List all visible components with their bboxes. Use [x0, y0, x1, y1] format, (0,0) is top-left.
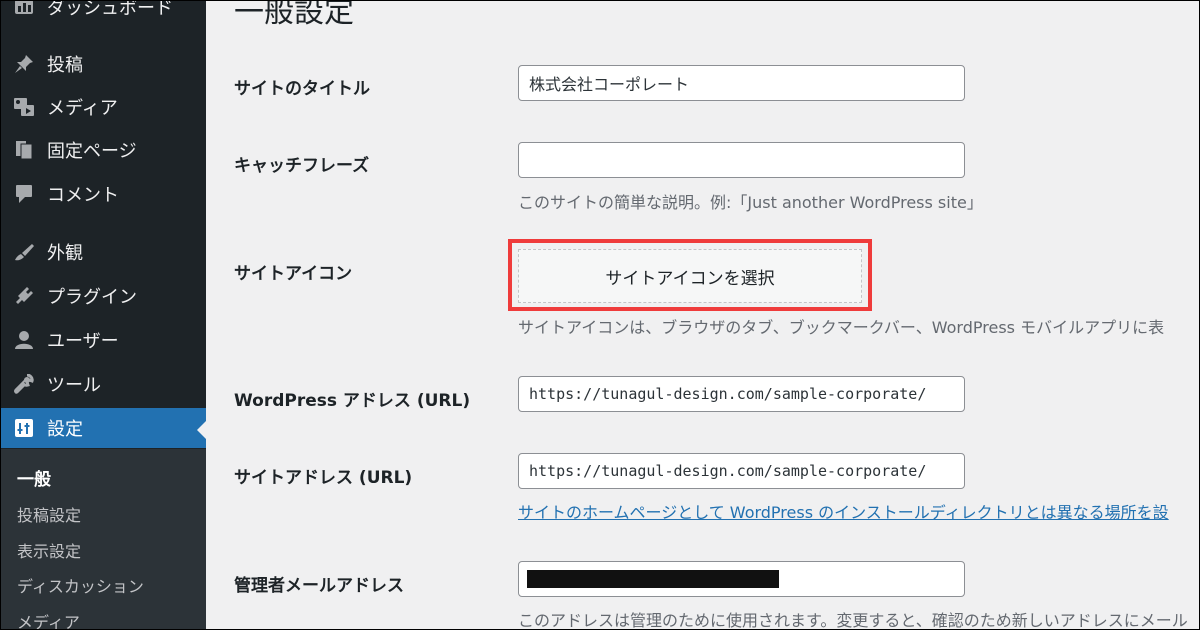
tagline-description: このサイトの簡単な説明。例:「Just another WordPress si…	[518, 193, 983, 212]
user-icon	[11, 329, 37, 351]
sidebar-item-label: 投稿	[47, 55, 83, 76]
comment-icon	[11, 183, 37, 205]
site-icon-description: サイトアイコンは、ブラウザのタブ、ブックマークバー、WordPress モバイル…	[518, 318, 1165, 337]
sidebar-item-label: 外観	[47, 243, 83, 264]
sidebar-item-settings[interactable]: 設定	[1, 408, 206, 448]
page-title: 一般設定	[234, 0, 354, 30]
sidebar-item-users[interactable]: ユーザー	[1, 320, 206, 360]
sidebar-item-posts[interactable]: 投稿	[1, 44, 206, 84]
sidebar-item-label: ツール	[47, 375, 101, 396]
site-address-label: サイトアドレス (URL)	[234, 468, 413, 488]
sidebar-item-tools[interactable]: ツール	[1, 364, 206, 404]
screenshot-frame: ダッシュボード 投稿 メディア 固定ページ コメント 外観 プラグイン ユーザー…	[0, 0, 1200, 630]
sidebar-item-label: コメント	[47, 185, 119, 206]
submenu-item-reading[interactable]: 表示設定	[17, 538, 81, 562]
sidebar-item-pages[interactable]: 固定ページ	[1, 130, 206, 170]
plugin-icon	[11, 285, 37, 307]
sidebar-item-label: ユーザー	[47, 331, 119, 352]
settings-main: 一般設定 サイトのタイトル 株式会社コーポレート キャッチフレーズ このサイトの…	[206, 0, 1199, 630]
wrench-icon	[11, 373, 37, 395]
submenu-item-discussion[interactable]: ディスカッション	[17, 573, 144, 597]
admin-email-input[interactable]	[518, 561, 965, 597]
sidebar-item-label: プラグイン	[47, 287, 137, 308]
highlight-box	[508, 239, 872, 311]
site-address-help: サイトのホームページとして WordPress のインストールディレクトリとは異…	[518, 499, 1169, 523]
media-icon	[11, 96, 37, 118]
admin-email-description: このアドレスは管理のために使用されます。変更すると、確認のため新しいアドレスにメ…	[518, 611, 1188, 630]
pushpin-icon	[11, 53, 37, 75]
admin-email-label: 管理者メールアドレス	[234, 576, 404, 596]
wordpress-address-input[interactable]: https://tunagul-design.com/sample-corpor…	[518, 376, 965, 412]
sidebar-item-label: 固定ページ	[47, 141, 137, 162]
dashboard-icon	[11, 1, 37, 18]
site-address-help-link[interactable]: サイトのホームページとして WordPress のインストールディレクトリとは異…	[518, 503, 1169, 522]
wordpress-address-label: WordPress アドレス (URL)	[234, 391, 471, 411]
submenu-item-general[interactable]: 一般	[17, 465, 51, 490]
settings-icon	[11, 417, 37, 439]
sidebar-item-comments[interactable]: コメント	[1, 174, 206, 214]
pages-icon	[11, 139, 37, 161]
site-title-label: サイトのタイトル	[234, 79, 370, 99]
sidebar-item-label: 設定	[47, 419, 83, 440]
sidebar-item-dashboard[interactable]: ダッシュボード	[1, 1, 206, 27]
sidebar-item-appearance[interactable]: 外観	[1, 232, 206, 272]
tagline-label: キャッチフレーズ	[234, 156, 370, 176]
sidebar-item-media[interactable]: メディア	[1, 87, 206, 127]
submenu-item-writing[interactable]: 投稿設定	[17, 502, 81, 526]
appearance-icon	[11, 241, 37, 263]
redacted-block	[527, 570, 779, 588]
settings-submenu: 一般 投稿設定 表示設定 ディスカッション メディア	[1, 449, 206, 629]
submenu-item-media[interactable]: メディア	[17, 609, 80, 629]
tagline-input[interactable]	[518, 142, 965, 178]
site-address-input[interactable]: https://tunagul-design.com/sample-corpor…	[518, 453, 965, 489]
sidebar-item-label: メディア	[47, 98, 118, 119]
sidebar-item-label: ダッシュボード	[47, 1, 173, 19]
site-title-input[interactable]: 株式会社コーポレート	[518, 65, 965, 101]
admin-sidebar: ダッシュボード 投稿 メディア 固定ページ コメント 外観 プラグイン ユーザー…	[1, 1, 206, 629]
sidebar-item-plugins[interactable]: プラグイン	[1, 276, 206, 316]
site-icon-label: サイトアイコン	[234, 264, 353, 284]
